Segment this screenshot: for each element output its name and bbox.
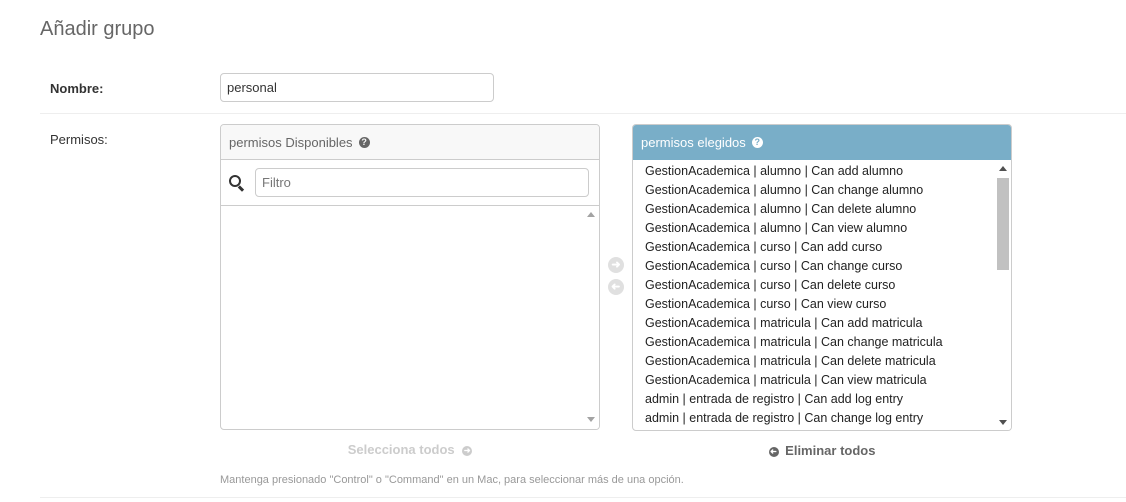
chosen-permission-option[interactable]: admin | entrada de registro | Can add lo… [645,390,1011,409]
help-text: Mantenga presionado "Control" o "Command… [220,474,684,486]
remove-all-link[interactable]: ➜ Eliminar todos [632,443,1012,458]
chosen-permissions-header: permisos elegidos ? [633,125,1011,160]
chosen-permission-option[interactable]: GestionAcademica | alumno | Can add alum… [645,162,1011,181]
available-list-scrollbar[interactable] [583,207,599,429]
row-divider [40,497,1126,498]
name-input[interactable] [220,73,494,102]
arrow-left-circle-icon: ➜ [611,280,621,293]
scroll-down-icon[interactable] [587,417,595,422]
chosen-permission-option[interactable]: GestionAcademica | curso | Can change cu… [645,257,1011,276]
chosen-permission-option[interactable]: admin | entrada de registro | Can change… [645,409,1011,428]
arrow-right-circle-icon: ➜ [611,258,621,271]
chosen-permissions-box: permisos elegidos ? GestionAcademica | a… [632,124,1012,431]
remove-button[interactable]: ➜ [608,279,624,295]
arrow-right-circle-icon: ➜ [462,445,473,456]
chosen-permission-option[interactable]: GestionAcademica | alumno | Can change a… [645,181,1011,200]
chosen-permission-option[interactable]: GestionAcademica | curso | Can delete cu… [645,276,1011,295]
chosen-permission-option[interactable]: GestionAcademica | curso | Can view curs… [645,295,1011,314]
chosen-permission-option[interactable]: GestionAcademica | matricula | Can view … [645,371,1011,390]
scroll-up-icon[interactable] [587,212,595,217]
chosen-permission-option[interactable]: GestionAcademica | alumno | Can view alu… [645,219,1011,238]
choose-all-link[interactable]: Selecciona todos ➜ [220,442,600,457]
chosen-permission-option[interactable]: GestionAcademica | matricula | Can chang… [645,333,1011,352]
scroll-up-icon[interactable] [999,166,1007,171]
help-icon[interactable]: ? [358,136,370,148]
chosen-permissions-title: permisos elegidos [641,135,746,150]
chosen-permission-option[interactable]: GestionAcademica | curso | Can add curso [645,238,1011,257]
filter-row [221,160,599,206]
page-title: Añadir grupo [40,18,155,40]
chosen-list-scrollbar[interactable] [995,161,1011,430]
choose-button[interactable]: ➜ [608,257,624,273]
arrow-left-circle-icon: ➜ [768,446,779,457]
help-icon[interactable]: ? [751,137,763,148]
filter-input[interactable] [255,168,589,197]
scroll-thumb[interactable] [997,178,1009,270]
available-permissions-header: permisos Disponibles ? [221,125,599,160]
chosen-permission-option[interactable]: GestionAcademica | matricula | Can delet… [645,352,1011,371]
available-permissions-title: permisos Disponibles [229,134,353,150]
row-divider [40,113,1126,114]
chosen-permission-option[interactable]: GestionAcademica | alumno | Can delete a… [645,200,1011,219]
choose-all-label: Selecciona todos [347,442,455,457]
remove-all-label: Eliminar todos [785,443,876,458]
scroll-down-icon[interactable] [999,420,1007,425]
available-permissions-box: permisos Disponibles ? [220,124,600,430]
chosen-permissions-list[interactable]: GestionAcademica | alumno | Can add alum… [633,160,1011,428]
available-permissions-list[interactable] [221,206,599,208]
chosen-permission-option[interactable]: GestionAcademica | matricula | Can add m… [645,314,1011,333]
search-icon [229,174,245,191]
permissions-label: Permisos: [50,132,108,147]
name-label: Nombre: [50,81,104,96]
